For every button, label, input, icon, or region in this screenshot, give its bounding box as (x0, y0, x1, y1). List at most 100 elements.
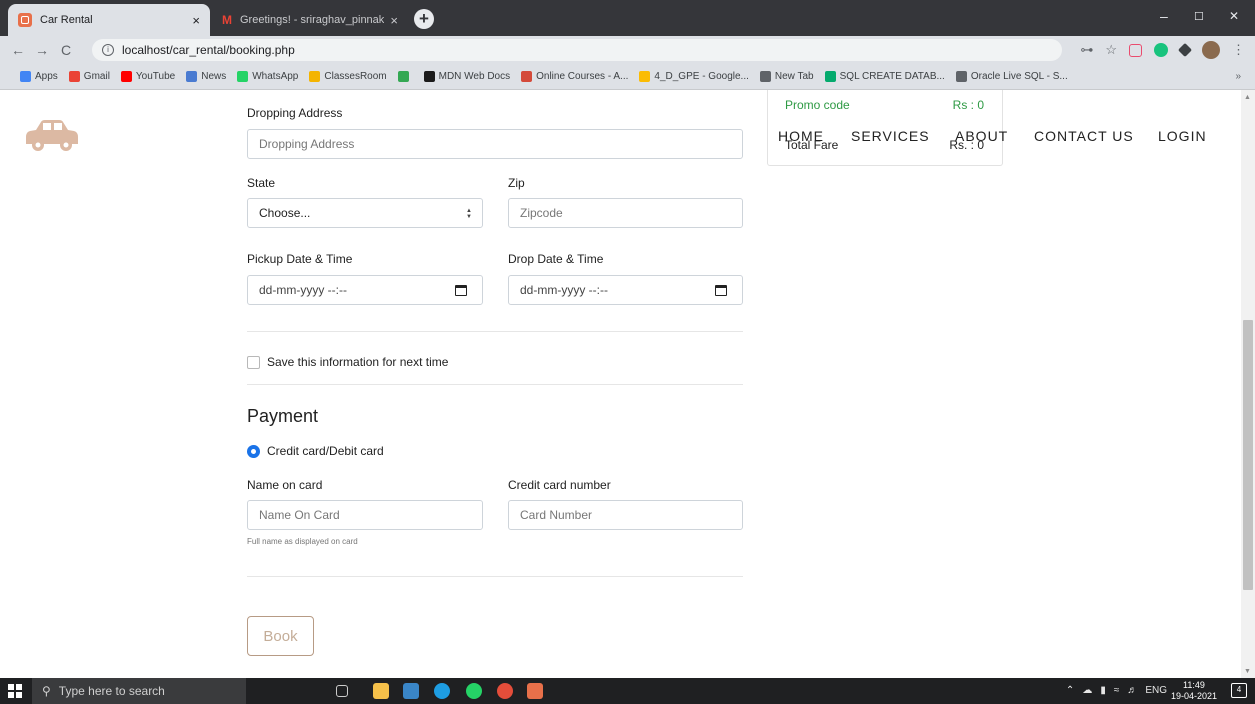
divider (247, 576, 743, 577)
bookmark-label: News (201, 71, 227, 82)
bookmark-item[interactable]: Online Courses - A... (521, 71, 628, 82)
menu-more-icon[interactable]: ⋮ (1232, 42, 1245, 58)
bookmark-item[interactable]: WhatsApp (237, 71, 298, 82)
browser-toolbar: ← → C i localhost/car_rental/booking.php… (0, 36, 1255, 64)
bookmark-favicon-icon (423, 71, 435, 82)
xampp-icon[interactable] (527, 683, 543, 699)
bookmark-label: Online Courses - A... (536, 71, 629, 82)
whatsapp-icon[interactable] (466, 683, 482, 699)
credit-card-radio-label[interactable]: Credit card/Debit card (267, 444, 384, 458)
address-bar[interactable]: i localhost/car_rental/booking.php (92, 39, 1062, 61)
key-icon[interactable]: ⊶ (1080, 42, 1093, 58)
bookmark-favicon-icon (521, 71, 533, 82)
windows-start-icon[interactable] (8, 684, 22, 698)
close-window-icon[interactable]: ✕ (1229, 9, 1239, 23)
screen: Car Rental × M Greetings! - sriraghav_pi… (0, 0, 1255, 704)
language-indicator[interactable]: ENG (1145, 685, 1167, 696)
minimize-icon[interactable]: – (1160, 8, 1168, 24)
book-button[interactable]: Book (247, 616, 314, 656)
onedrive-icon[interactable]: ☁ (1082, 685, 1092, 696)
nav-contact-us[interactable]: CONTACT US (1034, 128, 1134, 144)
bookmarks-more-icon[interactable]: » (1235, 71, 1241, 82)
puzzle-extensions-icon[interactable] (1177, 42, 1193, 58)
task-view-icon[interactable] (336, 685, 348, 697)
bookmark-item[interactable]: New Tab (759, 71, 814, 82)
notifications-icon[interactable]: 4 (1231, 683, 1247, 698)
edge-icon[interactable] (434, 683, 450, 699)
forward-arrow-icon[interactable]: → (30, 42, 54, 58)
pocket-extension-icon[interactable] (1129, 43, 1142, 57)
volume-icon[interactable]: ♬ (1127, 685, 1137, 696)
name-on-card-input[interactable]: Name On Card (247, 500, 483, 530)
bookmark-item[interactable]: YouTube (120, 71, 175, 82)
chrome-icon[interactable] (497, 683, 513, 699)
bookmark-favicon-icon (397, 71, 409, 82)
bookmark-item[interactable] (397, 71, 413, 82)
divider (247, 331, 743, 332)
tab-gmail[interactable]: M Greetings! - sriraghav_pinnaka@ × (212, 4, 408, 36)
back-arrow-icon[interactable]: ← (6, 42, 30, 58)
nav-about[interactable]: ABOUT (955, 128, 1008, 144)
taskbar-clock[interactable]: 11:49 19-04-2021 (1171, 680, 1217, 702)
store-icon[interactable] (403, 683, 419, 699)
card-number-label: Credit card number (508, 478, 611, 492)
payment-heading: Payment (247, 406, 319, 426)
system-tray: ⌃ ☁ ▮ ≈ ♬ ENG (1066, 685, 1167, 696)
clock-time: 11:49 (1183, 680, 1205, 690)
page-scrollbar[interactable]: ▲ ▼ (1241, 90, 1255, 678)
file-explorer-icon[interactable] (373, 683, 389, 699)
nav-services[interactable]: SERVICES (851, 128, 930, 144)
taskbar-search-box[interactable]: ⚲ Type here to search (32, 678, 246, 704)
bookmark-item[interactable]: MDN Web Docs (423, 71, 510, 82)
new-tab-button[interactable]: + (414, 9, 434, 29)
calendar-icon[interactable] (715, 285, 727, 296)
scroll-down-arrow-icon[interactable]: ▼ (1244, 668, 1251, 675)
car-logo-icon[interactable] (24, 118, 80, 159)
bookmark-label: SQL CREATE DATAB... (839, 71, 945, 82)
scrollbar-thumb[interactable] (1243, 320, 1253, 590)
save-info-label[interactable]: Save this information for next time (267, 355, 448, 369)
bookmark-item[interactable]: ClassesRoom (309, 71, 387, 82)
bookmark-star-icon[interactable]: ☆ (1105, 42, 1117, 58)
maximize-icon[interactable]: ☐ (1194, 10, 1204, 23)
tab-title: Greetings! - sriraghav_pinnaka@ (240, 14, 385, 26)
bookmark-item[interactable]: 4_D_GPE - Google... (639, 71, 749, 82)
calendar-icon[interactable] (455, 285, 467, 296)
bookmark-item[interactable]: Gmail (68, 71, 110, 82)
pickup-datetime-input[interactable]: dd-mm-yyyy --:-- (247, 275, 483, 305)
taskbar-search-placeholder: Type here to search (58, 684, 165, 698)
bookmark-favicon-icon (955, 71, 967, 82)
bookmark-label: WhatsApp (252, 71, 299, 82)
nav-home[interactable]: HOME (778, 128, 824, 144)
bookmark-favicon-icon (824, 71, 836, 82)
drop-datetime-input[interactable]: dd-mm-yyyy --:-- (508, 275, 743, 305)
profile-avatar-icon[interactable] (1202, 41, 1220, 59)
bookmark-favicon-icon (68, 71, 80, 82)
bookmark-item[interactable]: News (186, 71, 226, 82)
card-number-input[interactable]: Card Number (508, 500, 743, 530)
state-select[interactable]: Choose... ▲ ▼ (247, 198, 483, 228)
windows-taskbar: ⚲ Type here to search ⌃ ☁ ▮ ≈ ♬ ENG 11:4… (0, 678, 1255, 704)
site-info-icon[interactable]: i (102, 44, 114, 56)
credit-card-radio[interactable] (247, 445, 260, 458)
close-tab-icon[interactable]: × (390, 13, 398, 28)
tray-chevron-icon[interactable]: ⌃ (1066, 685, 1074, 696)
bookmark-item[interactable]: Oracle Live SQL - S... (955, 71, 1068, 82)
bookmark-item[interactable]: SQL CREATE DATAB... (824, 71, 945, 82)
save-info-checkbox[interactable] (247, 356, 260, 369)
close-tab-icon[interactable]: × (192, 13, 200, 28)
name-on-card-help: Full name as displayed on card (247, 537, 358, 546)
wifi-icon[interactable]: ≈ (1114, 685, 1120, 696)
tab-car-rental[interactable]: Car Rental × (8, 4, 210, 36)
bookmark-item[interactable]: Apps (20, 71, 58, 82)
bookmark-favicon-icon (20, 71, 31, 82)
scroll-up-arrow-icon[interactable]: ▲ (1244, 94, 1251, 101)
zip-input[interactable]: Zipcode (508, 198, 743, 228)
grammarly-extension-icon[interactable] (1154, 43, 1168, 57)
nav-login[interactable]: LOGIN (1158, 128, 1207, 144)
battery-icon[interactable]: ▮ (1100, 685, 1106, 696)
url-text: localhost/car_rental/booking.php (122, 43, 295, 57)
dropping-address-input[interactable]: Dropping Address (247, 129, 743, 159)
reload-icon[interactable]: C (54, 42, 78, 58)
bookmark-label: Oracle Live SQL - S... (970, 71, 1068, 82)
